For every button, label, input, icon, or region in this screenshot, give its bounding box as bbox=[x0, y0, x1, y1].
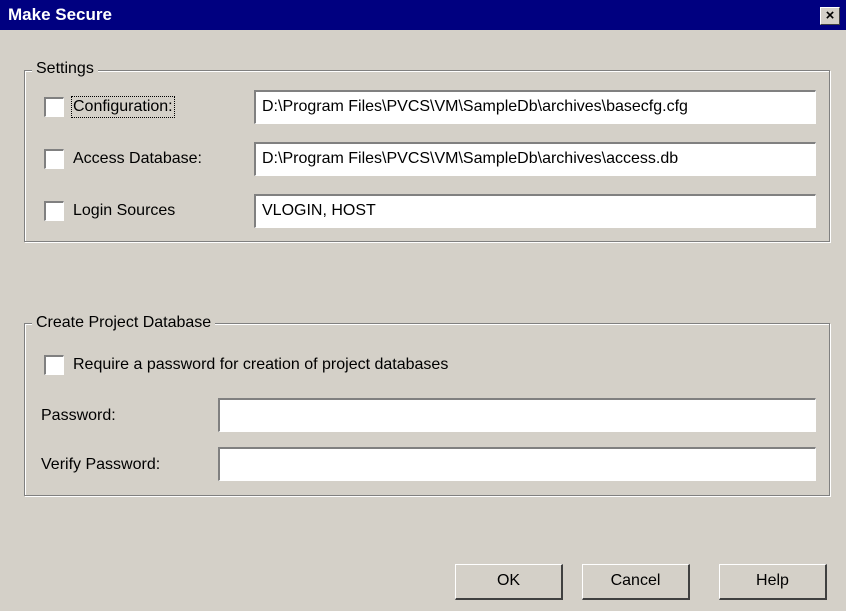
login-sources-label[interactable]: Login Sources bbox=[73, 202, 175, 220]
configuration-label[interactable]: Configuration: bbox=[71, 96, 175, 118]
access-database-checkbox[interactable] bbox=[44, 149, 64, 169]
password-field[interactable] bbox=[218, 398, 816, 432]
access-database-label[interactable]: Access Database: bbox=[73, 150, 202, 168]
access-database-field[interactable]: D:\Program Files\PVCS\VM\SampleDb\archiv… bbox=[254, 142, 816, 176]
help-button[interactable]: Help bbox=[719, 564, 827, 600]
close-button[interactable]: × bbox=[820, 7, 840, 25]
password-label: Password: bbox=[41, 407, 116, 424]
title-bar[interactable]: Make Secure × bbox=[0, 0, 846, 30]
verify-password-label: Verify Password: bbox=[41, 456, 161, 473]
require-password-label[interactable]: Require a password for creation of proje… bbox=[73, 356, 448, 374]
cancel-button[interactable]: Cancel bbox=[582, 564, 690, 600]
configuration-field[interactable]: D:\Program Files\PVCS\VM\SampleDb\archiv… bbox=[254, 90, 816, 124]
login-sources-field[interactable]: VLOGIN, HOST bbox=[254, 194, 816, 228]
verify-password-field[interactable] bbox=[218, 447, 816, 481]
close-icon: × bbox=[825, 7, 835, 24]
login-sources-checkbox[interactable] bbox=[44, 201, 64, 221]
configuration-checkbox[interactable] bbox=[44, 97, 64, 117]
create-project-database-legend: Create Project Database bbox=[32, 314, 216, 332]
require-password-checkbox[interactable] bbox=[44, 355, 64, 375]
window-title: Make Secure bbox=[8, 5, 112, 24]
make-secure-dialog: Make Secure × Settings Configuration: D:… bbox=[0, 0, 846, 611]
ok-button[interactable]: OK bbox=[455, 564, 563, 600]
settings-legend: Settings bbox=[32, 60, 98, 78]
